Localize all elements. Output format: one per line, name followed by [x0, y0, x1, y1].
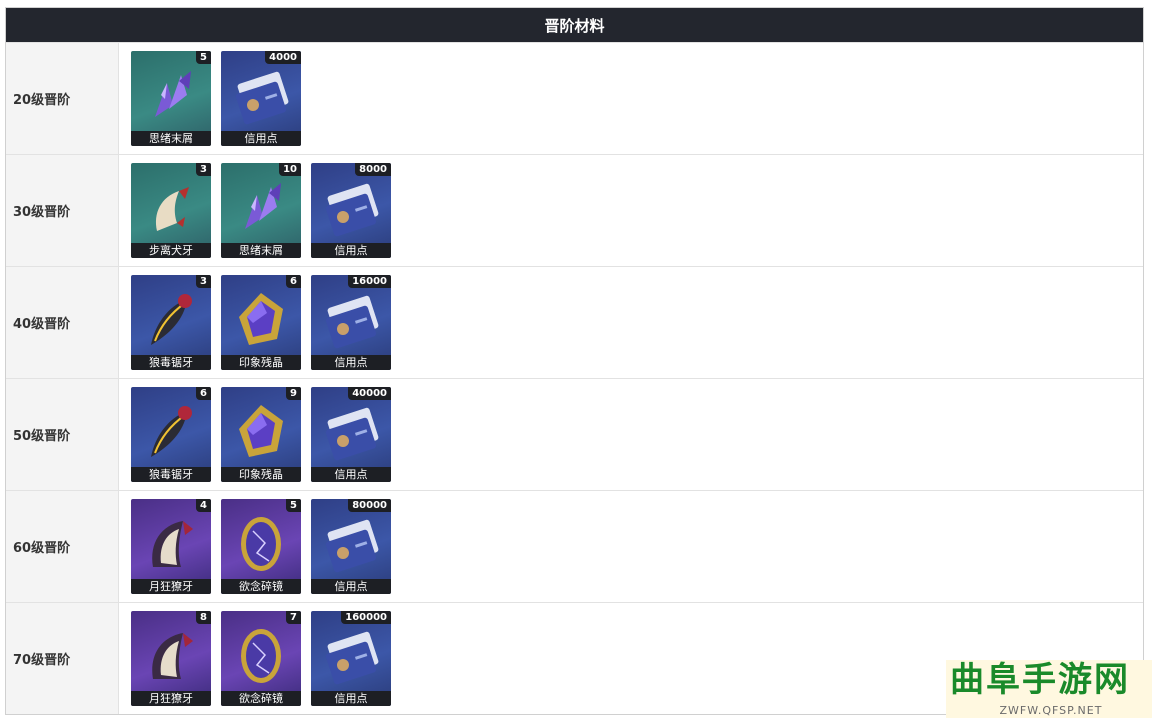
material-card[interactable]: 4000 信用点 [221, 51, 301, 146]
material-name: 欲念碎镜 [221, 579, 301, 594]
material-name: 印象残晶 [221, 355, 301, 370]
quantity-badge: 160000 [341, 611, 391, 624]
material-card[interactable]: 5 思绪末屑 [131, 51, 211, 146]
material-card[interactable]: 10 思绪末屑 [221, 163, 301, 258]
watermark: 曲阜手游网 ZWFW.QFSP.NET [946, 660, 1152, 718]
material-card[interactable]: 8000 信用点 [311, 163, 391, 258]
table-row: 60级晋阶 4 月狂獠牙 5 欲念碎镜 80000 信用点 [6, 490, 1143, 602]
material-name: 狼毒锯牙 [131, 467, 211, 482]
quantity-badge: 7 [286, 611, 301, 624]
material-name: 信用点 [311, 355, 391, 370]
material-card[interactable]: 5 欲念碎镜 [221, 499, 301, 594]
row-label: 70级晋阶 [6, 603, 119, 714]
material-name: 月狂獠牙 [131, 579, 211, 594]
row-items: 3 步离犬牙 10 思绪末屑 8000 信用点 [119, 155, 1143, 266]
material-card[interactable]: 4 月狂獠牙 [131, 499, 211, 594]
material-card[interactable]: 7 欲念碎镜 [221, 611, 301, 706]
material-name: 印象残晶 [221, 467, 301, 482]
table-header: 晋阶材料 [6, 8, 1143, 42]
table-row: 40级晋阶 3 狼毒锯牙 6 印象残晶 16000 信用点 [6, 266, 1143, 378]
material-card[interactable]: 9 印象残晶 [221, 387, 301, 482]
ascension-materials-table: 晋阶材料 20级晋阶 5 思绪末屑 4000 信用点 30级晋阶 3 步离犬牙 10 思绪末屑 80… [5, 7, 1144, 715]
material-card[interactable]: 8 月狂獠牙 [131, 611, 211, 706]
material-card[interactable]: 160000 信用点 [311, 611, 391, 706]
quantity-badge: 16000 [348, 275, 391, 288]
row-items: 6 狼毒锯牙 9 印象残晶 40000 信用点 [119, 379, 1143, 490]
material-name: 欲念碎镜 [221, 691, 301, 706]
table-title: 晋阶材料 [544, 16, 605, 35]
material-name: 信用点 [311, 579, 391, 594]
row-items: 4 月狂獠牙 5 欲念碎镜 80000 信用点 [119, 491, 1143, 602]
quantity-badge: 4 [196, 499, 211, 512]
quantity-badge: 10 [279, 163, 301, 176]
material-name: 狼毒锯牙 [131, 355, 211, 370]
row-label: 50级晋阶 [6, 379, 119, 490]
quantity-badge: 6 [286, 275, 301, 288]
row-items: 5 思绪末屑 4000 信用点 [119, 43, 1143, 154]
material-name: 思绪末屑 [221, 243, 301, 258]
row-label: 60级晋阶 [6, 491, 119, 602]
row-label: 20级晋阶 [6, 43, 119, 154]
quantity-badge: 4000 [265, 51, 301, 64]
quantity-badge: 5 [286, 499, 301, 512]
watermark-url: ZWFW.QFSP.NET [999, 704, 1103, 717]
quantity-badge: 40000 [348, 387, 391, 400]
table-row: 30级晋阶 3 步离犬牙 10 思绪末屑 8000 信用点 [6, 154, 1143, 266]
quantity-badge: 3 [196, 163, 211, 176]
material-name: 信用点 [311, 243, 391, 258]
watermark-logo: 曲阜手游网 [950, 660, 1130, 700]
quantity-badge: 80000 [348, 499, 391, 512]
quantity-badge: 3 [196, 275, 211, 288]
row-label: 40级晋阶 [6, 267, 119, 378]
quantity-badge: 8000 [355, 163, 391, 176]
material-name: 步离犬牙 [131, 243, 211, 258]
table-row: 50级晋阶 6 狼毒锯牙 9 印象残晶 40000 信用点 [6, 378, 1143, 490]
material-card[interactable]: 3 狼毒锯牙 [131, 275, 211, 370]
material-name: 思绪末屑 [131, 131, 211, 146]
quantity-badge: 5 [196, 51, 211, 64]
quantity-badge: 8 [196, 611, 211, 624]
table-body: 20级晋阶 5 思绪末屑 4000 信用点 30级晋阶 3 步离犬牙 10 思绪末屑 8000 信用点… [6, 42, 1143, 714]
material-card[interactable]: 3 步离犬牙 [131, 163, 211, 258]
material-card[interactable]: 6 印象残晶 [221, 275, 301, 370]
material-card[interactable]: 40000 信用点 [311, 387, 391, 482]
quantity-badge: 6 [196, 387, 211, 400]
row-label: 30级晋阶 [6, 155, 119, 266]
material-name: 信用点 [311, 691, 391, 706]
quantity-badge: 9 [286, 387, 301, 400]
material-card[interactable]: 6 狼毒锯牙 [131, 387, 211, 482]
material-name: 信用点 [221, 131, 301, 146]
material-name: 月狂獠牙 [131, 691, 211, 706]
material-name: 信用点 [311, 467, 391, 482]
material-card[interactable]: 16000 信用点 [311, 275, 391, 370]
table-row: 20级晋阶 5 思绪末屑 4000 信用点 [6, 42, 1143, 154]
row-items: 3 狼毒锯牙 6 印象残晶 16000 信用点 [119, 267, 1143, 378]
material-card[interactable]: 80000 信用点 [311, 499, 391, 594]
